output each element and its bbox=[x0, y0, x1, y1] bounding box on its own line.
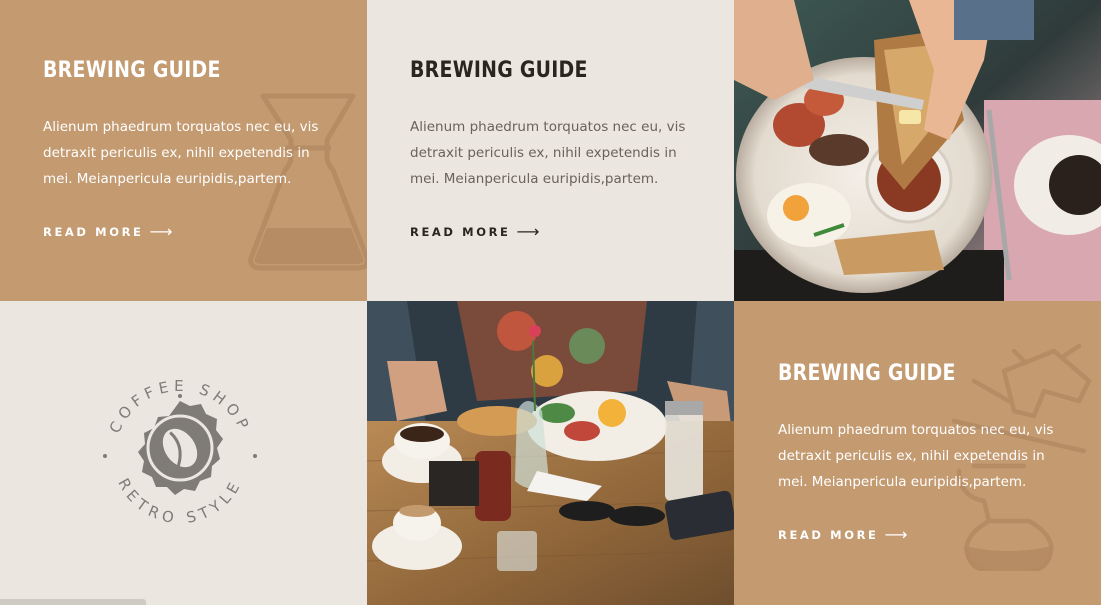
cafe-table-photo bbox=[367, 301, 734, 605]
read-more-link[interactable]: READ MORE ⟶ bbox=[43, 222, 172, 241]
read-more-label: READ MORE bbox=[778, 527, 879, 542]
brewing-guide-card-2: BREWING GUIDE Alienum phaedrum torquatos… bbox=[367, 0, 734, 301]
brewing-guide-card-1: BREWING GUIDE Alienum phaedrum torquatos… bbox=[0, 0, 367, 301]
coffee-shop-logo: COFFEE SHOP RETRO STYLE bbox=[103, 377, 257, 527]
read-more-link[interactable]: READ MORE ⟶ bbox=[778, 525, 907, 544]
arrow-right-icon: ⟶ bbox=[516, 222, 540, 241]
arrow-right-icon: ⟶ bbox=[149, 222, 173, 241]
read-more-link[interactable]: READ MORE ⟶ bbox=[410, 222, 539, 241]
coffee-shop-logo-cell: COFFEE SHOP RETRO STYLE bbox=[0, 301, 367, 605]
horizontal-scrollbar[interactable] bbox=[0, 599, 146, 605]
card-title: BREWING GUIDE bbox=[410, 58, 588, 83]
brewing-guide-grid: BREWING GUIDE Alienum phaedrum torquatos… bbox=[0, 0, 1101, 605]
breakfast-photo bbox=[734, 0, 1101, 301]
card-title: BREWING GUIDE bbox=[778, 361, 956, 386]
arrow-right-icon: ⟶ bbox=[884, 525, 908, 544]
card-title: BREWING GUIDE bbox=[43, 58, 221, 83]
card-text: Alienum phaedrum torquatos nec eu, vis d… bbox=[410, 119, 686, 187]
read-more-label: READ MORE bbox=[43, 224, 144, 239]
read-more-label: READ MORE bbox=[410, 224, 511, 239]
card-text: Alienum phaedrum torquatos nec eu, vis d… bbox=[778, 422, 1054, 490]
brewing-guide-card-3: BREWING GUIDE Alienum phaedrum torquatos… bbox=[734, 301, 1101, 605]
card-text: Alienum phaedrum torquatos nec eu, vis d… bbox=[43, 119, 319, 187]
